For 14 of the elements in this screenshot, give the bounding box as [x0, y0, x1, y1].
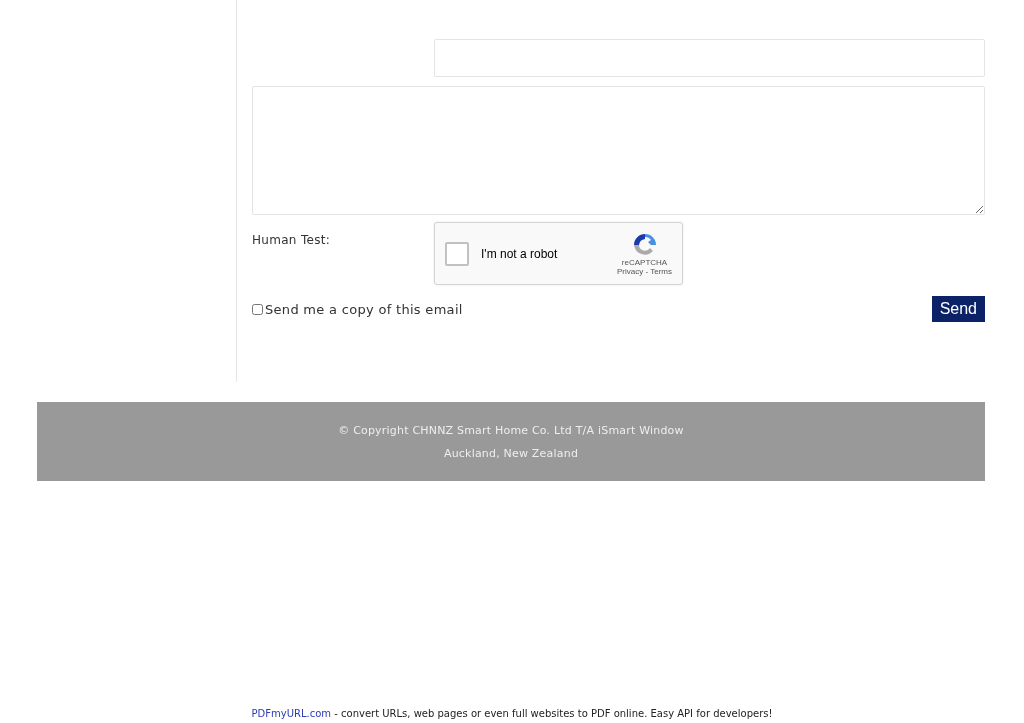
captcha-checkbox[interactable]: [445, 241, 469, 266]
footer-text: © Copyright CHNNZ Smart Home Co. Ltd T/A iSmart Window: [338, 423, 684, 437]
captcha-links[interactable]: Privacy - Terms: [617, 266, 672, 276]
copy-checkbox[interactable]: [252, 303, 263, 315]
footer-text: Auckland, New Zealand: [443, 446, 579, 460]
copy-email-option[interactable]: Send me a copy of this email: [252, 301, 463, 317]
captcha-brand: reCAPTCHA: [621, 257, 668, 267]
pdf-banner-text: PDFmyURL.com - convert URLs, web pages or even full websites to PDF online. Easy API for developers!: [250, 708, 774, 721]
message-field[interactable]: [252, 86, 985, 215]
captcha-label: I'm not a robot: [481, 246, 559, 261]
human-test-label: Human Test:: [252, 232, 332, 247]
pdfmyurl-link[interactable]: PDFmyURL.com: [251, 708, 332, 719]
send-button[interactable]: Send: [931, 296, 985, 322]
subject-field[interactable]: [434, 39, 985, 77]
